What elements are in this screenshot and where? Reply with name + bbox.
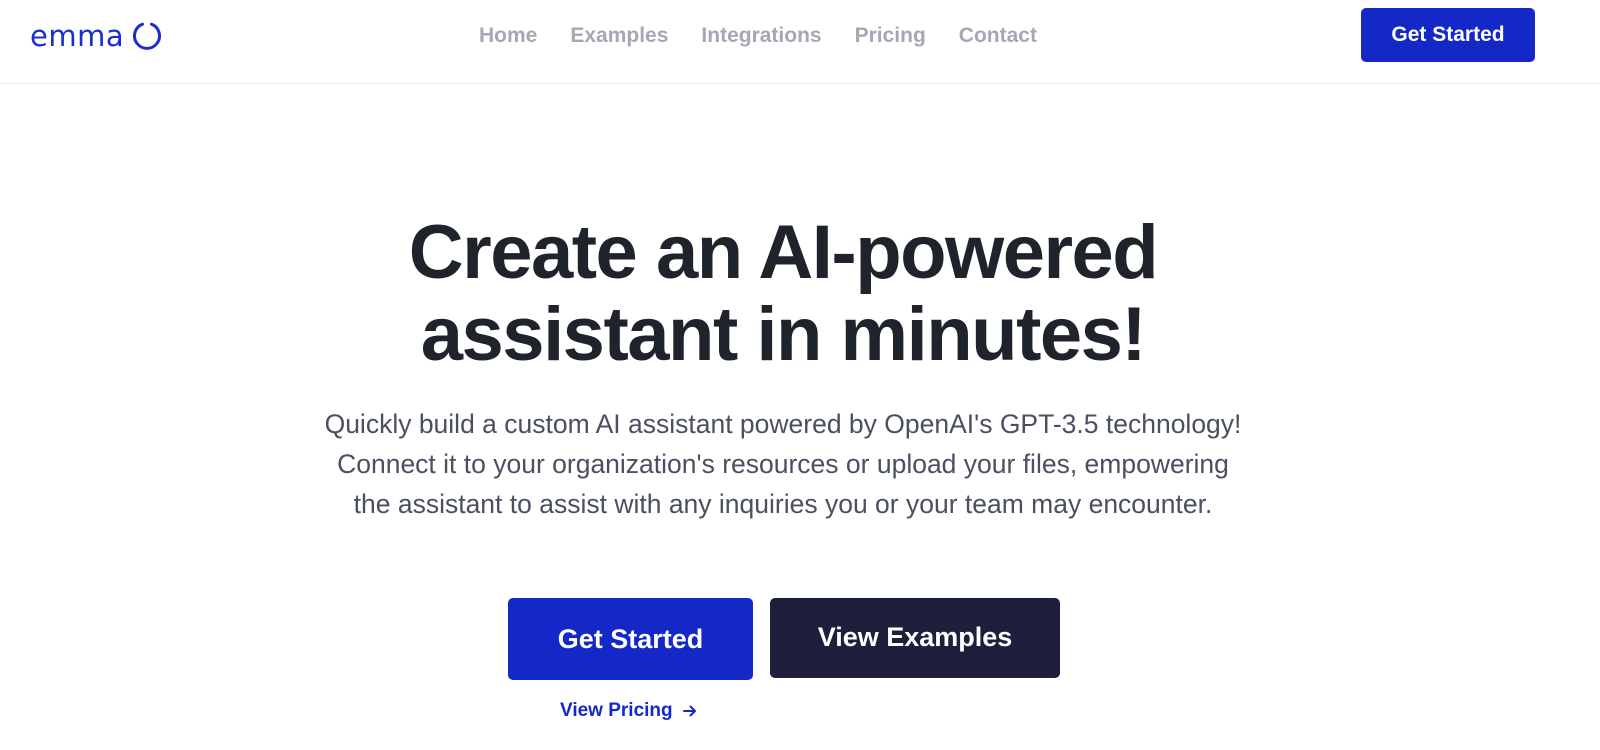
hero-title-line-1: Create an AI-powered (408, 210, 1159, 295)
header-get-started-button[interactable]: Get Started (1361, 8, 1535, 62)
nav-home[interactable]: Home (479, 18, 537, 54)
circle-ring-icon (133, 22, 162, 50)
logo-text: emma (30, 19, 125, 53)
logo[interactable]: emma (30, 18, 162, 54)
main-nav: Home Examples Integrations Pricing Conta… (479, 18, 1037, 54)
arrow-right-icon (682, 705, 696, 717)
hero-subtitle-line-3: the assistant to assist with any inquiri… (353, 489, 1213, 519)
nav-contact[interactable]: Contact (959, 18, 1037, 54)
view-pricing-link[interactable]: View Pricing (560, 698, 698, 724)
hero-subtitle-line-1: Quickly build a custom AI assistant powe… (324, 409, 1242, 439)
get-started-button[interactable]: Get Started (508, 598, 753, 680)
hero-title-line-2: assistant in minutes! (420, 292, 1147, 377)
hero-subtitle: Quickly build a custom AI assistant powe… (283, 404, 1283, 524)
nav-pricing[interactable]: Pricing (855, 18, 926, 54)
view-pricing-label: View Pricing (560, 700, 673, 721)
site-header: emma Home Examples Integrations Pricing … (0, 0, 1600, 84)
nav-integrations[interactable]: Integrations (701, 18, 821, 54)
view-examples-button[interactable]: View Examples (770, 598, 1060, 678)
nav-examples[interactable]: Examples (570, 18, 668, 54)
hero-title: Create an AI-powered assistant in minute… (0, 212, 1566, 376)
hero-subtitle-line-2: Connect it to your organization's resour… (337, 449, 1229, 479)
